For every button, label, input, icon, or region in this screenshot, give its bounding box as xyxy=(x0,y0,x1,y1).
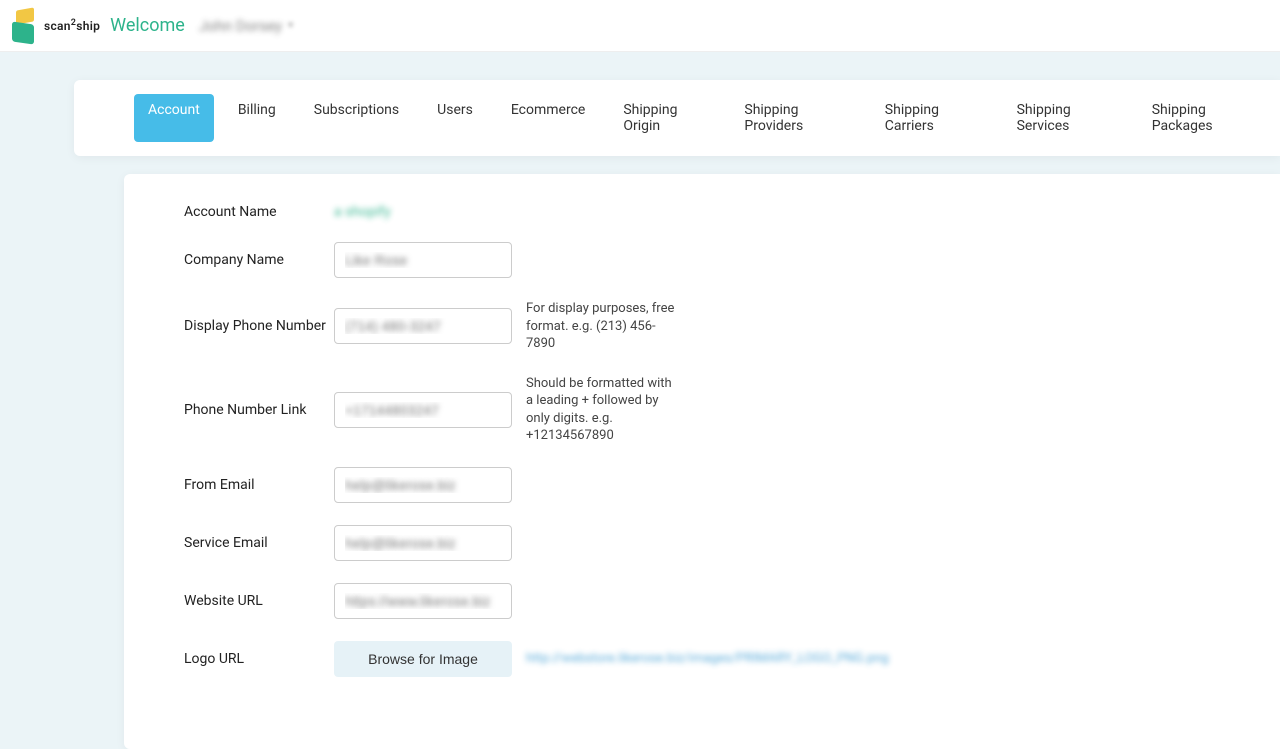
label-account-name: Account Name xyxy=(184,204,334,220)
tab-shipping-packages[interactable]: Shipping Packages xyxy=(1138,94,1270,142)
display-phone-input[interactable] xyxy=(334,308,512,344)
label-from-email: From Email xyxy=(184,477,334,493)
tab-shipping-providers[interactable]: Shipping Providers xyxy=(730,94,860,142)
label-website-url: Website URL xyxy=(184,593,334,609)
top-bar: scan2ship Welcome John Dorsey ▾ xyxy=(0,0,1280,52)
hint-display-phone: For display purposes, free format. e.g. … xyxy=(526,300,676,353)
account-form: Account Name a shopify Company Name Disp… xyxy=(124,174,1280,749)
phone-link-input[interactable] xyxy=(334,392,512,428)
label-logo-url: Logo URL xyxy=(184,651,334,667)
tabs-navigation: Account Billing Subscriptions Users Ecom… xyxy=(74,80,1280,156)
hint-phone-link: Should be formatted with a leading + fol… xyxy=(526,375,676,445)
row-website-url: Website URL xyxy=(184,583,1220,619)
service-email-input[interactable] xyxy=(334,525,512,561)
tab-ecommerce[interactable]: Ecommerce xyxy=(497,94,599,142)
row-account-name: Account Name a shopify xyxy=(184,204,1220,220)
website-url-input[interactable] xyxy=(334,583,512,619)
tab-users[interactable]: Users xyxy=(423,94,487,142)
welcome-text: Welcome xyxy=(110,15,185,36)
from-email-input[interactable] xyxy=(334,467,512,503)
row-company-name: Company Name xyxy=(184,242,1220,278)
tab-shipping-carriers[interactable]: Shipping Carriers xyxy=(871,94,993,142)
row-display-phone: Display Phone Number For display purpose… xyxy=(184,300,1220,353)
browse-image-button[interactable]: Browse for Image xyxy=(334,641,512,677)
account-name-value[interactable]: a shopify xyxy=(334,204,391,220)
company-name-input[interactable] xyxy=(334,242,512,278)
tab-billing[interactable]: Billing xyxy=(224,94,290,142)
brand-name: scan2ship xyxy=(44,18,100,33)
row-phone-link: Phone Number Link Should be formatted wi… xyxy=(184,375,1220,445)
username-dropdown[interactable]: John Dorsey xyxy=(199,17,282,35)
row-service-email: Service Email xyxy=(184,525,1220,561)
tab-account[interactable]: Account xyxy=(134,94,214,142)
tab-subscriptions[interactable]: Subscriptions xyxy=(300,94,413,142)
label-phone-link: Phone Number Link xyxy=(184,402,334,418)
tab-shipping-origin[interactable]: Shipping Origin xyxy=(609,94,720,142)
label-service-email: Service Email xyxy=(184,535,334,551)
label-display-phone: Display Phone Number xyxy=(184,318,334,334)
tab-shipping-services[interactable]: Shipping Services xyxy=(1003,94,1128,142)
row-logo-url: Logo URL Browse for Image http://webstor… xyxy=(184,641,1220,677)
row-from-email: From Email xyxy=(184,467,1220,503)
label-company-name: Company Name xyxy=(184,252,334,268)
logo-url-text[interactable]: http://webstore.likerose.biz/images/PRIM… xyxy=(526,651,889,666)
app-logo xyxy=(12,9,38,43)
chevron-down-icon[interactable]: ▾ xyxy=(288,20,293,31)
